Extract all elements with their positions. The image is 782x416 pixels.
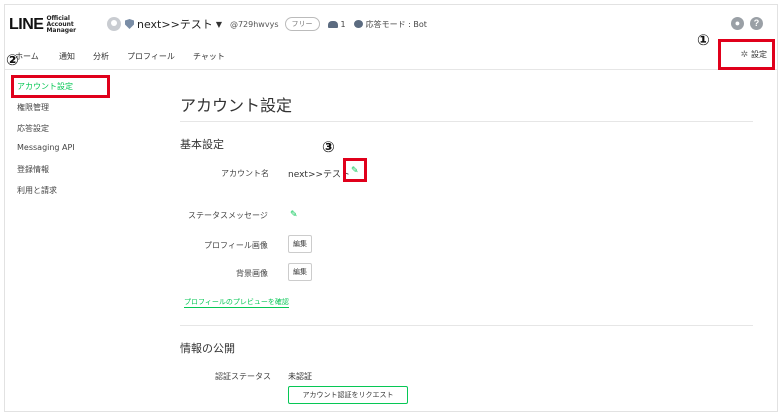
divider [180,325,753,326]
friends-count-value: 1 [340,19,346,29]
account-name-value: next>>テスト [288,170,351,180]
sidebar-item-messaging-api[interactable]: Messaging API [17,143,75,152]
page-title: アカウント設定 [180,96,293,115]
highlight-box-settings [718,39,775,70]
verification-status-label: 認証ステータス [215,372,271,381]
edit-status-message-pencil-icon[interactable]: ✎ [290,210,298,220]
user-icon[interactable]: ● [731,17,744,30]
edit-profile-image-button[interactable]: 編集 [288,235,312,253]
top-icons: ● ? [731,17,763,30]
logo-text: LINE [9,16,44,33]
account-id: @729hwvys [229,19,279,29]
edit-background-image-button[interactable]: 編集 [288,263,312,281]
nav-profile[interactable]: プロフィール [127,51,175,62]
top-bar: LINE Official Account Manager next>>テスト … [5,5,777,43]
response-mode-label: 応答モード : Bot [365,19,427,29]
status-message-label: ステータスメッセージ [188,211,268,220]
marker-3: ③ [322,138,335,156]
nav-analytics[interactable]: 分析 [93,51,109,62]
avatar [107,17,121,31]
logo-subtitle: Official Account Manager [46,15,77,34]
nav-notifications[interactable]: 通知 [59,51,75,62]
friends-count: 1 [327,19,346,29]
plan-badge: フリー [284,17,320,31]
sidebar-item-response-settings[interactable]: 応答設定 [17,123,49,134]
nav-chat[interactable]: チャット [193,51,225,62]
app-window: LINE Official Account Manager next>>テスト … [4,4,778,412]
line-logo[interactable]: LINE Official Account Manager [9,16,96,34]
profile-preview-link[interactable]: プロフィールのプレビューを確認 [184,297,289,308]
marker-2: ② [6,51,19,69]
account-name-label: アカウント名 [221,169,269,178]
help-icon[interactable]: ? [750,17,763,30]
shield-icon [125,19,134,29]
account-name: next>>テスト [137,18,213,31]
chevron-down-icon[interactable]: ▼ [216,20,222,29]
section-title-public-info: 情報の公開 [180,342,235,355]
chat-bubble-icon [353,20,363,28]
section-title-basic: 基本設定 [180,138,224,151]
highlight-box-edit-name [343,158,367,182]
friends-icon [327,20,338,28]
main-nav: ホーム 通知 分析 プロフィール チャット ✲ 設定 [5,43,777,70]
request-verification-button[interactable]: アカウント認証をリクエスト [288,386,408,404]
verification-status-value: 未認証 [288,372,312,381]
divider [180,121,753,122]
marker-1: ① [697,31,710,49]
highlight-box-account-settings [11,75,110,98]
background-image-label: 背景画像 [236,269,268,278]
sidebar-item-permissions[interactable]: 権限管理 [17,102,49,113]
sidebar-item-registration[interactable]: 登録情報 [17,164,49,175]
profile-image-label: プロフィール画像 [204,241,268,250]
response-mode[interactable]: 応答モード : Bot [353,19,427,30]
sidebar-item-billing[interactable]: 利用と請求 [17,185,57,196]
account-switcher[interactable]: next>>テスト ▼ @729hwvys フリー 1 応答モード : Bot [107,16,427,32]
